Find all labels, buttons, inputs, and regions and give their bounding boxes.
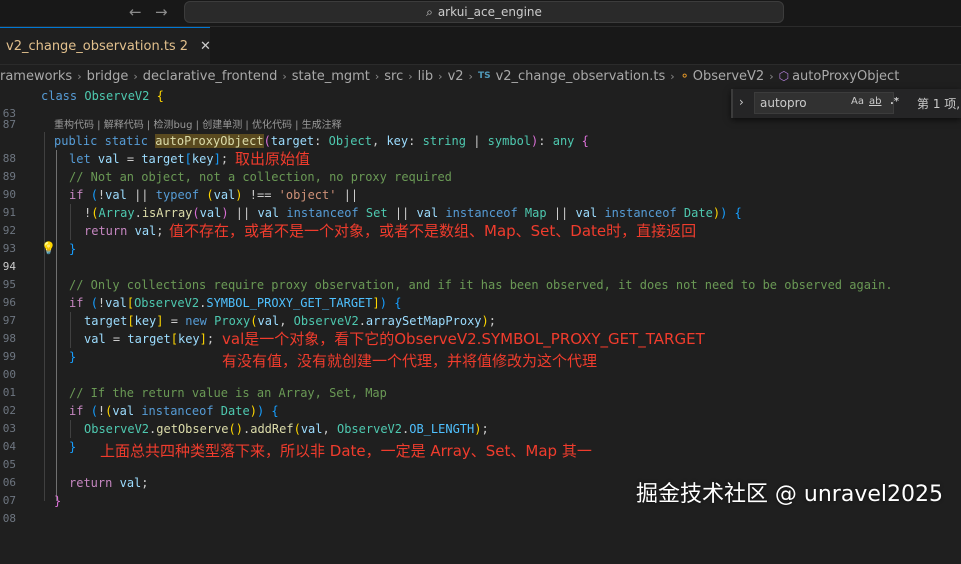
watermark: 掘金技术社区 @ unravel2025 — [635, 482, 943, 507]
code-line: 03 if (!(val instanceof Date)) { — [0, 402, 961, 435]
find-result-count: 第 1 项, — [917, 97, 961, 111]
code-comment: // Only collections require proxy observ… — [69, 278, 893, 292]
chevron-right-icon: › — [769, 69, 774, 83]
tab-filename: v2_change_observation.ts — [6, 38, 176, 54]
breadcrumb-item[interactable]: lib — [418, 69, 433, 84]
regex-toggle[interactable]: .* — [890, 96, 899, 107]
whole-word-toggle[interactable]: ab — [869, 96, 881, 107]
chevron-right-icon: › — [133, 69, 138, 83]
breadcrumb-item[interactable]: state_mgmt — [292, 69, 370, 84]
code-text: } — [54, 494, 62, 508]
code-text: ObserveV2.getObserve().addRef(val, Obser… — [84, 422, 489, 436]
command-center-search[interactable]: ⌕ arkui_ace_engine — [184, 1, 784, 23]
code-comment: // Not an object, not a collection, no p… — [69, 170, 452, 184]
chevron-right-icon: › — [374, 69, 380, 83]
code-text: return val; — [69, 476, 149, 490]
breadcrumb-item-file[interactable]: TS v2_change_observation.ts — [478, 69, 665, 84]
annotation-text: 取出原始值 — [235, 150, 311, 168]
code-text: return val; — [84, 224, 164, 238]
code-text: public static autoProxyObject(target: Ob… — [54, 134, 589, 148]
breadcrumb-item[interactable]: rameworks — [0, 69, 72, 84]
breadcrumb-item[interactable]: bridge — [87, 69, 129, 84]
search-icon: ⌕ — [426, 4, 433, 19]
ai-codelens[interactable]: 重构代码 | 解释代码 | 检测bug | 创建单测 | 优化代码 | 生成注释 — [54, 116, 342, 131]
code-text: let val = target[key]; — [69, 152, 229, 166]
breadcrumb: rameworks › bridge › declarative_fronten… — [0, 65, 961, 87]
breadcrumb-item-class[interactable]: ⚬ ObserveV2 — [680, 69, 765, 84]
chevron-right-icon: › — [77, 69, 82, 83]
breadcrumb-item[interactable]: declarative_frontend — [143, 69, 278, 84]
code-comment: // If the return value is an Array, Set,… — [69, 386, 387, 400]
code-line: 91 if (!val || typeof (val) !== 'object'… — [0, 186, 961, 219]
find-widget: › Aa ab .* 第 1 项, — [731, 89, 961, 118]
annotation-text: 值不存在，或者不是一个对象，或者不是数组、Map、Set、Date时，直接返回 — [169, 222, 697, 240]
code-text: } — [69, 242, 77, 256]
chevron-right-icon: › — [670, 69, 675, 83]
code-text: if (!val[ObserveV2.SYMBOL_PROXY_GET_TARG… — [69, 296, 402, 310]
annotation-text: val是一个对象，看下它的ObserveV2.SYMBOL_PROXY_GET_… — [222, 330, 705, 348]
code-line: 90 // Not an object, not a collection, n… — [0, 168, 961, 201]
breadcrumb-item[interactable]: src — [384, 69, 403, 84]
code-line: 96 // Only collections require proxy obs… — [0, 276, 961, 309]
code-line: 01 — [0, 366, 961, 399]
class-symbol-icon: ⚬ — [679, 69, 690, 83]
method-symbol-icon: ⬡ — [778, 69, 790, 83]
breadcrumb-item[interactable]: v2 — [448, 69, 464, 84]
code-line: 02 // If the return value is an Array, S… — [0, 384, 961, 417]
chevron-right-icon[interactable]: › — [739, 95, 744, 109]
title-bar: ← → ⌕ arkui_ace_engine — [0, 0, 961, 27]
tab-bar: v2_change_observation.ts 2 ✕ — [0, 27, 961, 65]
code-line: 94 } — [0, 240, 961, 273]
code-text: } — [69, 350, 77, 364]
code-text: if (!(val instanceof Date)) { — [69, 404, 279, 418]
breadcrumb-item-method[interactable]: ⬡ autoProxyObject — [779, 69, 900, 84]
code-line: 89 let val = target[key]; — [0, 150, 961, 183]
search-text: arkui_ace_engine — [437, 5, 542, 19]
close-icon[interactable]: ✕ — [200, 39, 211, 54]
code-line: 06 — [0, 456, 961, 489]
chevron-right-icon: › — [408, 69, 413, 83]
line-number: 08 — [2, 512, 16, 525]
code-editor[interactable]: 63 class ObserveV2 { 87 重构代码 | 解释代码 | 检测… — [0, 87, 961, 525]
chevron-right-icon: › — [468, 69, 473, 83]
chevron-right-icon: › — [282, 69, 287, 83]
editor-tab[interactable]: v2_change_observation.ts 2 ✕ — [0, 27, 211, 64]
match-case-toggle[interactable]: Aa — [851, 96, 864, 107]
code-text: val = target[key]; — [84, 332, 215, 346]
problem-count-badge: 2 — [179, 38, 188, 54]
chevron-right-icon: › — [438, 69, 443, 83]
code-line: 88 public static autoProxyObject(target:… — [0, 132, 961, 165]
back-arrow-icon[interactable]: ← — [129, 3, 142, 21]
code-text: if (!val || typeof (val) !== 'object' || — [69, 188, 359, 202]
code-line: 04 ObserveV2.getObserve().addRef(val, Ob… — [0, 420, 961, 453]
code-line: 95 — [0, 258, 961, 291]
code-line: 97 if (!val[ObserveV2.SYMBOL_PROXY_GET_T… — [0, 294, 961, 327]
code-line: 00 } — [0, 348, 961, 381]
forward-arrow-icon[interactable]: → — [155, 3, 168, 21]
code-text: } — [69, 440, 77, 454]
typescript-file-icon: TS — [477, 71, 491, 81]
